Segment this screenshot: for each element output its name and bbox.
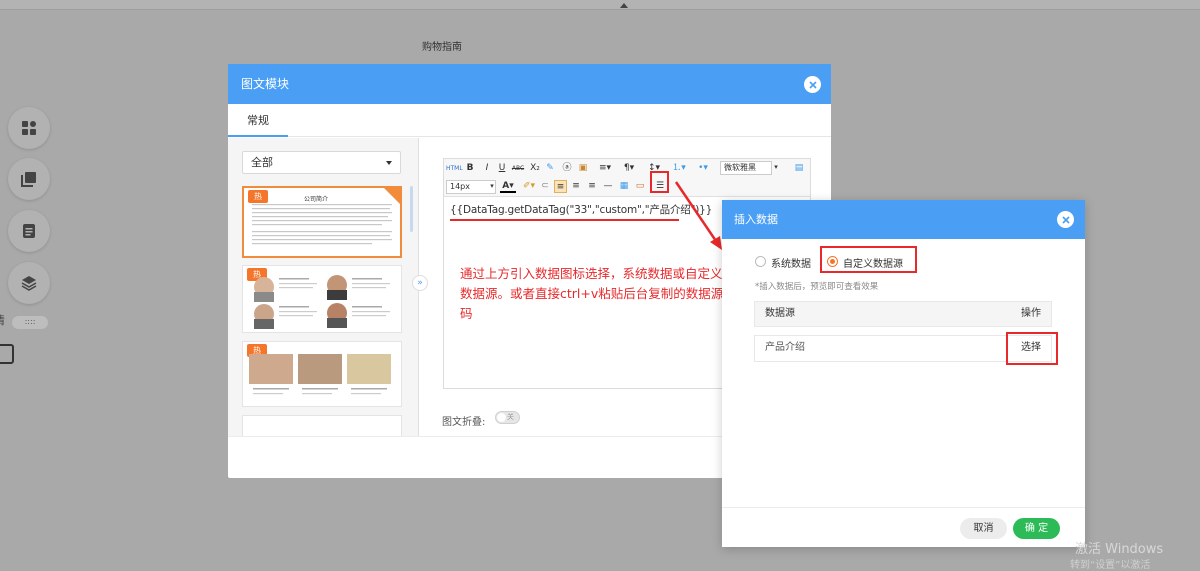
template-text-lines bbox=[252, 204, 392, 245]
grid-icon[interactable] bbox=[8, 107, 50, 149]
highlight-color-icon[interactable]: ✐▾ bbox=[521, 180, 537, 193]
template-card[interactable]: 热 bbox=[242, 341, 402, 407]
chevron-down-icon[interactable]: ▾ bbox=[488, 180, 496, 193]
student-photos-thumbnail bbox=[249, 354, 391, 395]
eraser-icon[interactable]: ✎ bbox=[544, 162, 556, 175]
table-header: 数据源 操作 bbox=[754, 301, 1052, 327]
chevron-down-icon[interactable]: ▾ bbox=[772, 161, 780, 174]
background-checkbox[interactable] bbox=[0, 344, 14, 364]
dialog-title: 插入数据 bbox=[734, 213, 778, 226]
team-profile-thumbnail bbox=[254, 275, 390, 329]
modal-title: 图文模块 bbox=[241, 77, 290, 91]
horizontal-rule-icon[interactable]: — bbox=[602, 180, 614, 193]
template-card[interactable] bbox=[242, 415, 402, 436]
row-source: 产品介绍 bbox=[765, 342, 805, 353]
confirm-button[interactable]: 确 定 bbox=[1013, 518, 1060, 539]
dialog-header: 插入数据 bbox=[722, 200, 1085, 239]
activation-watermark-sub: 转到“设置”以激活 Windows。 bbox=[1070, 560, 1151, 571]
font-size-value: 14px bbox=[450, 182, 470, 191]
image-icon[interactable]: ▭ bbox=[634, 180, 646, 193]
subscript-icon[interactable]: X₂ bbox=[529, 162, 541, 175]
highlight-custom-source bbox=[820, 246, 917, 273]
align-left-icon[interactable]: ≡ bbox=[554, 180, 567, 193]
align-center-icon[interactable]: ≡ bbox=[570, 180, 582, 193]
side-label: 清 bbox=[0, 312, 5, 328]
check-icon bbox=[384, 188, 400, 204]
column-header-source: 数据源 bbox=[765, 308, 795, 319]
strikethrough-button[interactable]: ABC bbox=[511, 162, 525, 175]
modal-header: 图文模块 bbox=[228, 64, 831, 104]
format-painter-icon[interactable]: ▣ bbox=[577, 162, 589, 175]
editor-toolbar: HTML B I U ABC X₂ ✎ ⓐ ▣ ≡▾ ¶▾ ↕▾ ⒈▾ •▾ 微… bbox=[444, 159, 810, 197]
table-icon[interactable]: ▦ bbox=[618, 180, 630, 193]
column-header-action: 操作 bbox=[1021, 308, 1041, 319]
align-dropdown-icon[interactable]: ≡▾ bbox=[594, 162, 616, 175]
fold-label: 图文折叠: bbox=[442, 417, 486, 428]
html-source-button[interactable]: HTML bbox=[446, 162, 463, 175]
category-select-value: 全部 bbox=[251, 156, 273, 169]
chevron-down-icon bbox=[386, 161, 392, 165]
tab-bar: 常规 bbox=[228, 104, 831, 137]
template-panel: 全部 热 公司简介 热 热 bbox=[228, 138, 418, 436]
document-icon[interactable] bbox=[8, 210, 50, 252]
drag-handle[interactable]: :::: bbox=[12, 316, 48, 329]
dialog-footer-divider bbox=[722, 507, 1085, 508]
layers-icon[interactable] bbox=[8, 262, 50, 304]
fold-toggle-text: 关 bbox=[507, 413, 514, 421]
template-title: 公司简介 bbox=[304, 196, 329, 203]
category-select[interactable]: 全部 bbox=[242, 151, 401, 174]
bold-button[interactable]: B bbox=[465, 162, 475, 175]
italic-button[interactable]: I bbox=[482, 162, 492, 175]
dialog-hint: *插入数据后，预览即可查看效果 bbox=[755, 282, 879, 292]
paragraph-dropdown-icon[interactable]: ¶▾ bbox=[618, 162, 640, 175]
copy-icon[interactable] bbox=[8, 158, 50, 200]
radio-system-label: 系统数据 bbox=[771, 259, 811, 270]
underline-button[interactable]: U bbox=[497, 162, 507, 175]
top-bar bbox=[0, 0, 1200, 10]
font-color-icon[interactable]: A▾ bbox=[500, 180, 516, 193]
toggle-knob bbox=[497, 413, 506, 422]
template-card[interactable]: 热 bbox=[242, 265, 402, 333]
tab-general[interactable]: 常规 bbox=[228, 104, 288, 137]
close-icon[interactable] bbox=[1057, 211, 1074, 228]
activation-watermark: 激活 Windows bbox=[1075, 542, 1164, 557]
cancel-button[interactable]: 取消 bbox=[960, 518, 1007, 539]
double-chevron-right-icon[interactable]: » bbox=[412, 275, 428, 291]
content-underline bbox=[450, 219, 679, 221]
hot-badge: 热 bbox=[248, 190, 268, 203]
close-icon[interactable] bbox=[804, 76, 821, 93]
highlight-select-button bbox=[1006, 332, 1058, 365]
template-scrollbar[interactable] bbox=[410, 186, 413, 232]
shopping-guide-text: 购物指南 bbox=[422, 42, 462, 53]
fold-toggle[interactable]: 关 bbox=[495, 411, 520, 424]
radio-system-data[interactable] bbox=[755, 256, 766, 267]
align-right-icon[interactable]: ≡ bbox=[586, 180, 598, 193]
template-card[interactable]: 热 公司简介 bbox=[242, 186, 402, 258]
paste-text-icon[interactable]: ⓐ bbox=[561, 162, 573, 175]
link-icon[interactable]: ⊂ bbox=[540, 180, 550, 193]
fullscreen-icon[interactable]: ▤ bbox=[793, 162, 805, 175]
collapse-caret-icon[interactable] bbox=[620, 3, 628, 8]
insert-data-dialog: 插入数据 系统数据 自定义数据源 *插入数据后，预览即可查看效果 数据源 操作 … bbox=[722, 200, 1085, 547]
instruction-annotation: 通过上方引入数据图标选择，系统数据或自定义数据源。或者直接ctrl+v粘贴后台复… bbox=[460, 266, 724, 321]
